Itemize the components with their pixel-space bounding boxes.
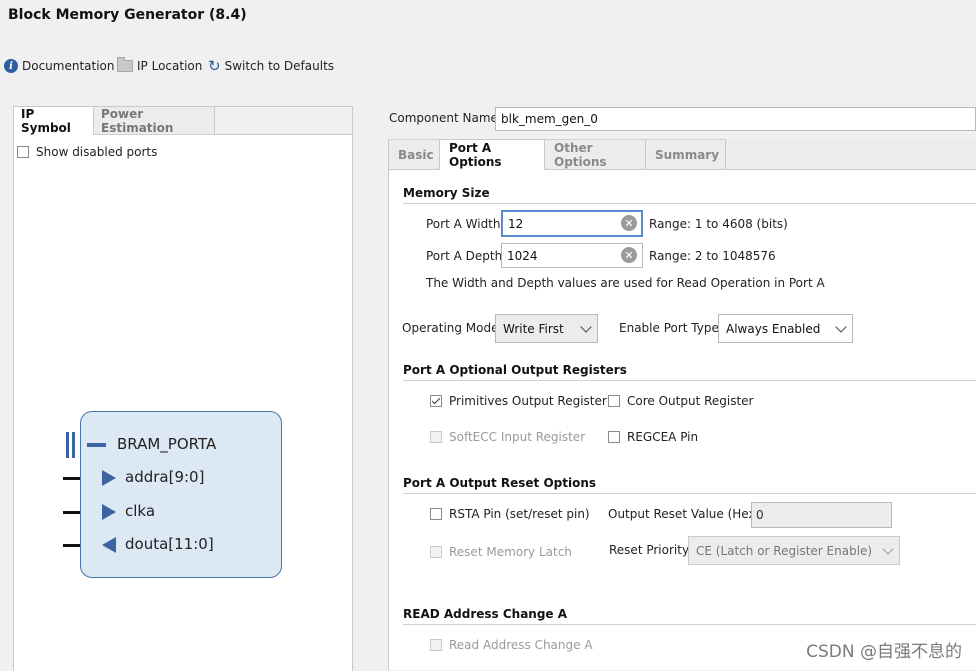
pin-line-douta bbox=[63, 544, 80, 547]
clear-icon[interactable]: ✕ bbox=[621, 215, 637, 231]
input-arrow-icon bbox=[102, 504, 116, 520]
info-icon: i bbox=[4, 59, 18, 73]
output-reset-options-heading: Port A Output Reset Options bbox=[403, 476, 597, 490]
read-address-change-label: Read Address Change A bbox=[449, 638, 593, 652]
port-a-width-label: Port A Width bbox=[426, 217, 501, 231]
operating-mode-label: Operating Mode bbox=[402, 321, 499, 335]
tab-summary[interactable]: Summary bbox=[646, 139, 726, 169]
softecc-input-register-label: SoftECC Input Register bbox=[449, 430, 586, 444]
section-divider bbox=[403, 493, 976, 494]
optional-output-registers-heading: Port A Optional Output Registers bbox=[403, 363, 627, 377]
reset-memory-latch-checkbox bbox=[430, 546, 442, 558]
section-divider bbox=[403, 624, 976, 625]
primitives-output-register-label: Primitives Output Register bbox=[449, 394, 607, 408]
reset-priority-label: Reset Priority bbox=[609, 543, 690, 557]
port-a-depth-value: 1024 bbox=[507, 248, 538, 263]
section-divider bbox=[403, 203, 976, 204]
tab-other-options[interactable]: Other Options bbox=[545, 139, 646, 169]
section-divider bbox=[403, 380, 976, 381]
show-disabled-ports-checkbox[interactable] bbox=[17, 146, 29, 158]
ip-location-label: IP Location bbox=[137, 59, 203, 73]
documentation-button[interactable]: i Documentation bbox=[4, 59, 115, 73]
rsta-pin-label: RSTA Pin (set/reset pin) bbox=[449, 507, 590, 521]
regcea-pin-checkbox[interactable] bbox=[608, 431, 620, 443]
bus-minus-icon bbox=[87, 443, 106, 447]
operating-mode-select[interactable]: Write First bbox=[495, 314, 598, 343]
output-reset-value: 0 bbox=[756, 508, 764, 522]
port-a-depth-range: Range: 2 to 1048576 bbox=[649, 249, 776, 263]
core-output-register-label: Core Output Register bbox=[627, 394, 754, 408]
port-a-options-panel bbox=[388, 170, 976, 670]
bus-label: BRAM_PORTA bbox=[117, 435, 217, 453]
reset-priority-select[interactable]: CE (Latch or Register Enable) bbox=[688, 536, 900, 565]
enable-port-type-label: Enable Port Type bbox=[619, 321, 719, 335]
reset-memory-latch-label: Reset Memory Latch bbox=[449, 545, 572, 559]
window-title: Block Memory Generator (8.4) bbox=[8, 7, 247, 23]
refresh-icon: ↻ bbox=[208, 57, 221, 75]
output-reset-value-label: Output Reset Value (Hex) bbox=[608, 507, 761, 521]
chevron-down-icon bbox=[882, 542, 894, 555]
width-depth-note: The Width and Depth values are used for … bbox=[426, 276, 825, 290]
read-address-change-heading: READ Address Change A bbox=[403, 607, 568, 621]
clear-icon[interactable]: ✕ bbox=[621, 247, 637, 263]
rsta-pin-row[interactable]: RSTA Pin (set/reset pin) bbox=[430, 507, 590, 521]
switch-to-defaults-button[interactable]: ↻ Switch to Defaults bbox=[208, 57, 335, 75]
watermark: CSDN @自强不息的 bbox=[806, 642, 962, 662]
tab-port-a-options[interactable]: Port A Options bbox=[440, 139, 545, 170]
primitives-output-register-checkbox[interactable] bbox=[430, 395, 442, 407]
switch-to-defaults-label: Switch to Defaults bbox=[224, 59, 335, 73]
show-disabled-ports-label: Show disabled ports bbox=[36, 145, 158, 159]
tab-ip-symbol[interactable]: IP Symbol bbox=[14, 107, 93, 135]
port-addra: addra[9:0] bbox=[125, 468, 205, 486]
regcea-pin-label: REGCEA Pin bbox=[627, 430, 699, 444]
tab-strip-filler bbox=[215, 107, 352, 135]
read-address-change-row: Read Address Change A bbox=[430, 638, 593, 652]
bus-bar-left bbox=[66, 432, 69, 458]
memory-size-heading: Memory Size bbox=[403, 186, 490, 200]
rsta-pin-checkbox[interactable] bbox=[430, 508, 442, 520]
enable-port-type-select[interactable]: Always Enabled bbox=[718, 314, 853, 343]
port-a-width-value: 12 bbox=[508, 216, 524, 231]
component-name-label: Component Name bbox=[389, 111, 498, 125]
chevron-down-icon bbox=[580, 320, 592, 333]
bus-bar-right bbox=[72, 432, 75, 458]
documentation-label: Documentation bbox=[22, 59, 115, 73]
chevron-down-icon bbox=[835, 320, 847, 333]
ip-location-button[interactable]: IP Location bbox=[117, 57, 203, 73]
output-arrow-icon bbox=[102, 537, 116, 553]
input-arrow-icon bbox=[102, 470, 116, 486]
show-disabled-ports-row[interactable]: Show disabled ports bbox=[17, 145, 157, 159]
port-clka: clka bbox=[125, 502, 156, 520]
tab-power-estimation[interactable]: Power Estimation bbox=[93, 107, 215, 135]
tab-basic[interactable]: Basic bbox=[388, 139, 440, 169]
folder-icon bbox=[117, 57, 133, 72]
pin-line-addra bbox=[63, 477, 80, 480]
reset-memory-latch-row: Reset Memory Latch bbox=[430, 545, 572, 559]
component-name-input[interactable]: blk_mem_gen_0 bbox=[495, 107, 976, 131]
ip-symbol-panel: IP Symbol Power Estimation Show disabled… bbox=[13, 106, 353, 671]
reset-priority-value: CE (Latch or Register Enable) bbox=[696, 543, 873, 558]
core-output-register-row[interactable]: Core Output Register bbox=[608, 394, 754, 408]
operating-mode-value: Write First bbox=[503, 321, 564, 336]
regcea-pin-row[interactable]: REGCEA Pin bbox=[608, 430, 698, 444]
softecc-input-register-checkbox bbox=[430, 431, 442, 443]
core-output-register-checkbox[interactable] bbox=[608, 395, 620, 407]
output-reset-value-input[interactable]: 0 bbox=[751, 502, 892, 528]
port-a-width-range: Range: 1 to 4608 (bits) bbox=[649, 217, 788, 231]
read-address-change-checkbox bbox=[430, 639, 442, 651]
enable-port-type-value: Always Enabled bbox=[726, 321, 821, 336]
port-douta: douta[11:0] bbox=[125, 535, 214, 553]
primitives-output-register-row[interactable]: Primitives Output Register bbox=[430, 394, 607, 408]
port-a-depth-label: Port A Depth bbox=[426, 249, 503, 263]
pin-line-clka bbox=[63, 511, 80, 514]
softecc-input-register-row: SoftECC Input Register bbox=[430, 430, 585, 444]
